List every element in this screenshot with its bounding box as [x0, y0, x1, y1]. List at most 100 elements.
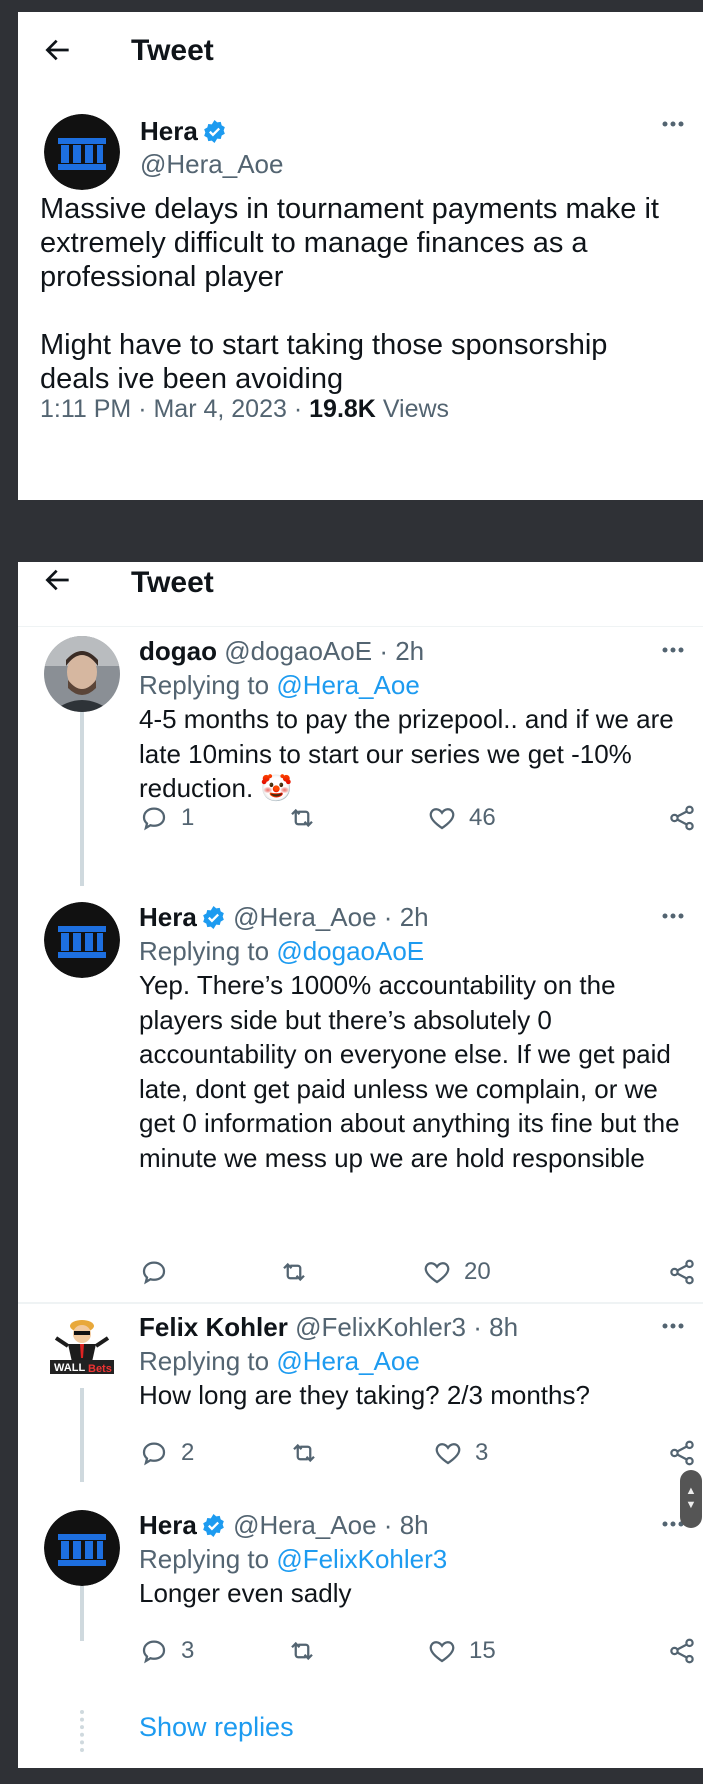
time-separator: · [383, 1510, 393, 1540]
replying-to-link[interactable]: @FelixKohler3 [276, 1544, 447, 1574]
reply-tweet[interactable]: dogao @dogaoAoE · 2h Replying to @Hera_A… [18, 628, 703, 878]
thread-connector-dotted [80, 1710, 84, 1752]
reply-header: Hera @Hera_Aoe · 8h [139, 1508, 681, 1543]
reply-button[interactable]: 2 [139, 1438, 194, 1468]
reply-time[interactable]: 2h [400, 902, 429, 932]
reply-time[interactable]: 8h [489, 1312, 518, 1342]
divider [18, 1302, 703, 1304]
more-dots-icon[interactable] [653, 1316, 693, 1336]
replying-to-link[interactable]: @Hera_Aoe [276, 670, 419, 700]
like-button[interactable]: 46 [427, 803, 496, 833]
scroll-handle[interactable]: ▲ ▼ [680, 1470, 702, 1528]
reply-button[interactable]: 1 [139, 803, 194, 833]
author-name[interactable]: Hera [139, 902, 197, 932]
share-button[interactable] [667, 1636, 697, 1666]
author-handle[interactable]: @dogaoAoE [224, 636, 372, 666]
reply-bubble-icon [142, 1442, 166, 1466]
page-title: Tweet [131, 566, 214, 599]
share-icon [670, 1638, 694, 1664]
arrow-left-icon[interactable] [42, 564, 74, 596]
action-bar: 3 15 [139, 1636, 695, 1670]
reply-header: Felix Kohler @FelixKohler3 · 8h [139, 1310, 681, 1345]
more-dots-icon[interactable] [653, 114, 693, 134]
avatar-hera[interactable] [44, 902, 120, 978]
tweet-header: Tweet [18, 562, 703, 622]
reply-tweet[interactable]: Hera @Hera_Aoe · 2h Replying to @dogaoAo… [18, 896, 703, 1300]
tweet-time[interactable]: 1:11 PM [40, 395, 131, 423]
tweet-header: Tweet [18, 12, 703, 92]
share-button[interactable] [667, 1257, 697, 1287]
author-handle[interactable]: @Hera_Aoe [233, 902, 376, 932]
show-replies-link[interactable]: Show replies [139, 1712, 294, 1743]
share-icon [670, 805, 694, 831]
reply-count: 2 [181, 1439, 195, 1466]
arrow-left-icon[interactable] [42, 34, 74, 66]
replying-to-label: Replying to [139, 1544, 270, 1574]
tweet-date[interactable]: Mar 4, 2023 [153, 395, 286, 423]
chevron-up-icon: ▲ [685, 1485, 697, 1497]
more-dots-icon[interactable] [653, 906, 693, 926]
heart-icon [435, 1443, 461, 1465]
retweet-icon [293, 1443, 315, 1463]
replying-to-label: Replying to [139, 936, 270, 966]
author-handle[interactable]: @Hera_Aoe [233, 1510, 376, 1540]
reply-bubble-icon [142, 1261, 166, 1285]
reply-text: Longer even sadly [139, 1578, 352, 1608]
like-count: 46 [469, 804, 496, 831]
verified-badge-icon [203, 1514, 224, 1537]
like-button[interactable]: 20 [422, 1257, 491, 1287]
views-label: Views [382, 395, 450, 423]
heart-icon [429, 1641, 455, 1663]
replying-to-label: Replying to [139, 1346, 270, 1376]
retweet-icon [283, 1262, 305, 1282]
hera-logo-icon [44, 1510, 120, 1586]
more-dots-icon[interactable] [653, 640, 693, 660]
views-count: 19.8K [309, 395, 376, 423]
author-name-row: Hera [140, 116, 227, 147]
reply-tweet[interactable]: Hera @Hera_Aoe · 8h Replying to @FelixKo… [18, 1504, 703, 1704]
share-icon [670, 1440, 694, 1466]
reply-time[interactable]: 8h [400, 1510, 429, 1540]
author-name[interactable]: Hera [140, 116, 198, 146]
meta-separator: · [293, 395, 303, 423]
tweet-body: Massive delays in tournament payments ma… [40, 192, 660, 396]
share-button[interactable] [667, 803, 697, 833]
time-separator: · [379, 636, 388, 666]
like-button[interactable]: 3 [433, 1438, 488, 1468]
replies-panel: Tweet dogao @dogaoAoE · 2h Replying to @… [18, 562, 703, 1768]
heart-icon [424, 1262, 450, 1284]
replying-to-link[interactable]: @dogaoAoE [276, 936, 424, 966]
author-name[interactable]: Hera [139, 1510, 197, 1540]
reply-text: 4-5 months to pay the prizepool.. and if… [139, 704, 674, 803]
retweet-button[interactable] [287, 803, 329, 833]
retweet-button[interactable] [279, 1257, 321, 1287]
time-separator: · [473, 1312, 482, 1342]
author-name[interactable]: Felix Kohler [139, 1312, 288, 1342]
like-count: 15 [469, 1637, 496, 1664]
divider [18, 626, 703, 627]
replying-to-line: Replying to @dogaoAoE [139, 934, 681, 969]
author-handle[interactable]: @FelixKohler3 [295, 1312, 466, 1342]
avatar-felix[interactable]: WALL Bets [44, 1312, 120, 1388]
retweet-button[interactable] [287, 1636, 329, 1666]
page-title: Tweet [131, 34, 214, 67]
reply-button[interactable] [139, 1257, 181, 1287]
author-handle[interactable]: @Hera_Aoe [140, 149, 283, 180]
avatar-hera[interactable] [44, 114, 120, 190]
svg-text:WALL: WALL [54, 1362, 85, 1374]
action-bar: 1 46 [139, 803, 695, 837]
replying-to-link[interactable]: @Hera_Aoe [276, 1346, 419, 1376]
share-button[interactable] [667, 1438, 697, 1468]
avatar-dogao[interactable] [44, 636, 120, 712]
reply-bubble-icon [142, 807, 166, 831]
reply-header: dogao @dogaoAoE · 2h [139, 634, 681, 669]
verified-badge-icon [203, 906, 224, 929]
reply-header: Hera @Hera_Aoe · 2h [139, 900, 681, 935]
reply-tweet[interactable]: WALL Bets Felix Kohler @FelixKohler3 · 8… [18, 1306, 703, 1506]
reply-button[interactable]: 3 [139, 1636, 194, 1666]
avatar-hera[interactable] [44, 1510, 120, 1586]
retweet-button[interactable] [289, 1438, 331, 1468]
like-button[interactable]: 15 [427, 1636, 496, 1666]
reply-time[interactable]: 2h [395, 636, 424, 666]
author-name[interactable]: dogao [139, 636, 217, 666]
